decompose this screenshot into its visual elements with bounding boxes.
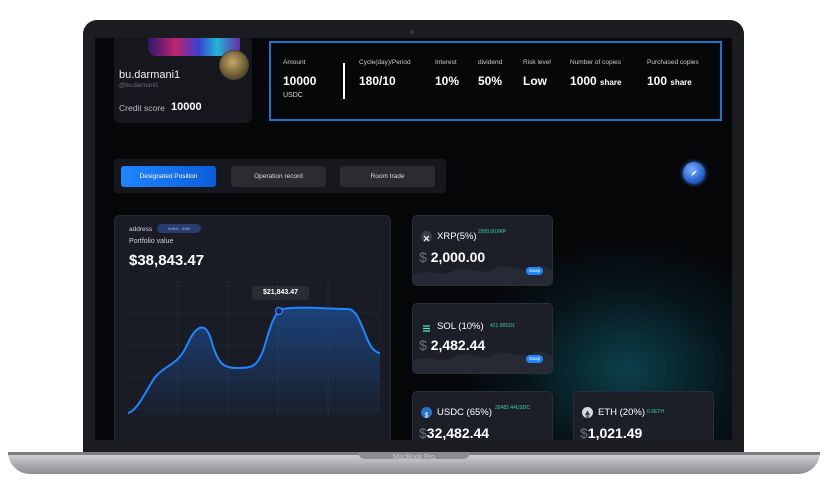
- portfolio-card: address 0x4b1...89f4 Portfolio value $38…: [114, 215, 391, 440]
- xrp-icon: [421, 231, 432, 242]
- asset-amount: 32482.44USDC: [495, 405, 531, 411]
- swap-button[interactable]: Swap: [526, 267, 543, 275]
- stat-interest: Interest 10%: [435, 59, 459, 88]
- stat-value: 1000 share: [570, 74, 621, 88]
- asset-amount: 0.9ETH: [647, 409, 664, 415]
- user-handle: @bu.darmani1: [119, 83, 159, 89]
- avatar[interactable]: [219, 50, 249, 80]
- stat-label: dividend: [478, 59, 503, 66]
- stat-label: Risk level: [523, 59, 551, 66]
- asset-usd-value: $ 2,000.00: [419, 249, 485, 265]
- asset-usd-number: 2,482.44: [430, 337, 486, 353]
- stat-unit: share: [670, 78, 692, 87]
- asset-usd-number: 1,021.49: [587, 425, 643, 440]
- compass-button[interactable]: [683, 162, 705, 184]
- credit-score-value: 10000: [171, 101, 202, 113]
- stat-number-of-copies: Number of copies 1000 share: [570, 59, 621, 88]
- camera-dot: [410, 30, 414, 34]
- portfolio-value-label: Portfolio value: [129, 238, 174, 245]
- swap-button[interactable]: Swap: [526, 355, 543, 363]
- sol-icon: [421, 321, 432, 332]
- stat-value: 10000: [283, 74, 317, 88]
- asset-amount: 421.00SOL: [490, 323, 516, 329]
- asset-usd-value: $ 2,482.44: [419, 337, 485, 353]
- portfolio-value: $38,843.47: [129, 252, 205, 269]
- stat-cycle: Cycle(day)/Period 180/10: [359, 59, 411, 88]
- asset-usd-number: 2,000.00: [430, 249, 486, 265]
- asset-usd-value: $32,482.44: [419, 425, 489, 440]
- portfolio-line-chart[interactable]: [128, 281, 380, 416]
- device-label: MacBook Pro: [392, 454, 436, 461]
- asset-name: SOL (10%): [437, 321, 484, 332]
- usdc-icon: $: [421, 407, 432, 419]
- credit-score-label: Credit score: [119, 103, 165, 113]
- stat-risk-level: Risk level Low: [523, 59, 551, 88]
- asset-name: XRP(5%): [437, 231, 477, 242]
- stat-label: Interest: [435, 59, 457, 66]
- strategy-stats-panel: Amount 10000 USDC Cycle(day)/Period 180/…: [269, 41, 722, 121]
- chart-tooltip: $21,843.47: [252, 286, 309, 300]
- stat-number: 100: [647, 74, 668, 88]
- asset-card-xrp[interactable]: XRP(5%) 2000.00XRP $ 2,000.00 Swap: [412, 215, 553, 286]
- stat-unit: share: [600, 78, 622, 87]
- profile-card: bu.darmani1 @bu.darmani1 Credit score 10…: [114, 38, 252, 123]
- asset-amount: 2000.00XRP: [478, 229, 507, 235]
- asset-card-eth[interactable]: ETH (20%) 0.9ETH $1,021.49: [573, 391, 714, 440]
- asset-usd-number: 32,482.44: [426, 425, 490, 440]
- tab-operation-record[interactable]: Operation record: [231, 166, 326, 187]
- app-screen: bu.darmani1 @bu.darmani1 Credit score 10…: [95, 38, 732, 440]
- stat-amount: Amount 10000 USDC: [283, 59, 316, 99]
- tab-room-trade[interactable]: Room trade: [340, 166, 435, 187]
- chart-hover-point[interactable]: [274, 306, 284, 316]
- asset-usd-value: $1,021.49: [580, 425, 642, 440]
- stat-value: Low: [523, 74, 547, 88]
- address-label: address: [129, 226, 153, 233]
- eth-icon: [582, 407, 593, 419]
- stat-label: Number of copies: [570, 59, 621, 66]
- stat-label: Cycle(day)/Period: [359, 59, 411, 66]
- stat-value: 180/10: [359, 74, 396, 88]
- asset-card-usdc[interactable]: $ USDC (65%) 32482.44USDC $32,482.44: [412, 391, 553, 440]
- svg-text:$: $: [425, 412, 429, 419]
- stat-number: 1000: [570, 74, 597, 88]
- address-badge[interactable]: 0x4b1...89f4: [157, 224, 201, 233]
- compass-icon: [691, 170, 697, 176]
- stat-label: Amount: [283, 59, 306, 66]
- currency-symbol: $: [580, 425, 588, 440]
- stat-value: 100 share: [647, 74, 699, 88]
- currency-symbol: $: [419, 249, 427, 265]
- stat-divider: [343, 63, 345, 99]
- stat-unit: USDC: [283, 92, 303, 99]
- asset-name: ETH (20%): [598, 407, 645, 418]
- chart-area: [128, 307, 380, 416]
- stat-label: Purchased copies: [647, 59, 699, 66]
- currency-symbol: $: [419, 337, 427, 353]
- currency-symbol: $: [419, 425, 427, 440]
- tab-designated-position[interactable]: Designated Position: [121, 166, 216, 187]
- username: bu.darmani1: [119, 69, 181, 81]
- tab-bar: Designated Position Operation record Roo…: [114, 159, 446, 193]
- stat-purchased-copies: Purchased copies 100 share: [647, 59, 699, 88]
- stat-value: 10%: [435, 74, 460, 88]
- stat-value: 50%: [478, 74, 503, 88]
- asset-name: USDC (65%): [437, 407, 492, 418]
- stat-dividend: dividend 50%: [478, 59, 502, 88]
- asset-card-sol[interactable]: SOL (10%) 421.00SOL $ 2,482.44 Swap: [412, 303, 553, 374]
